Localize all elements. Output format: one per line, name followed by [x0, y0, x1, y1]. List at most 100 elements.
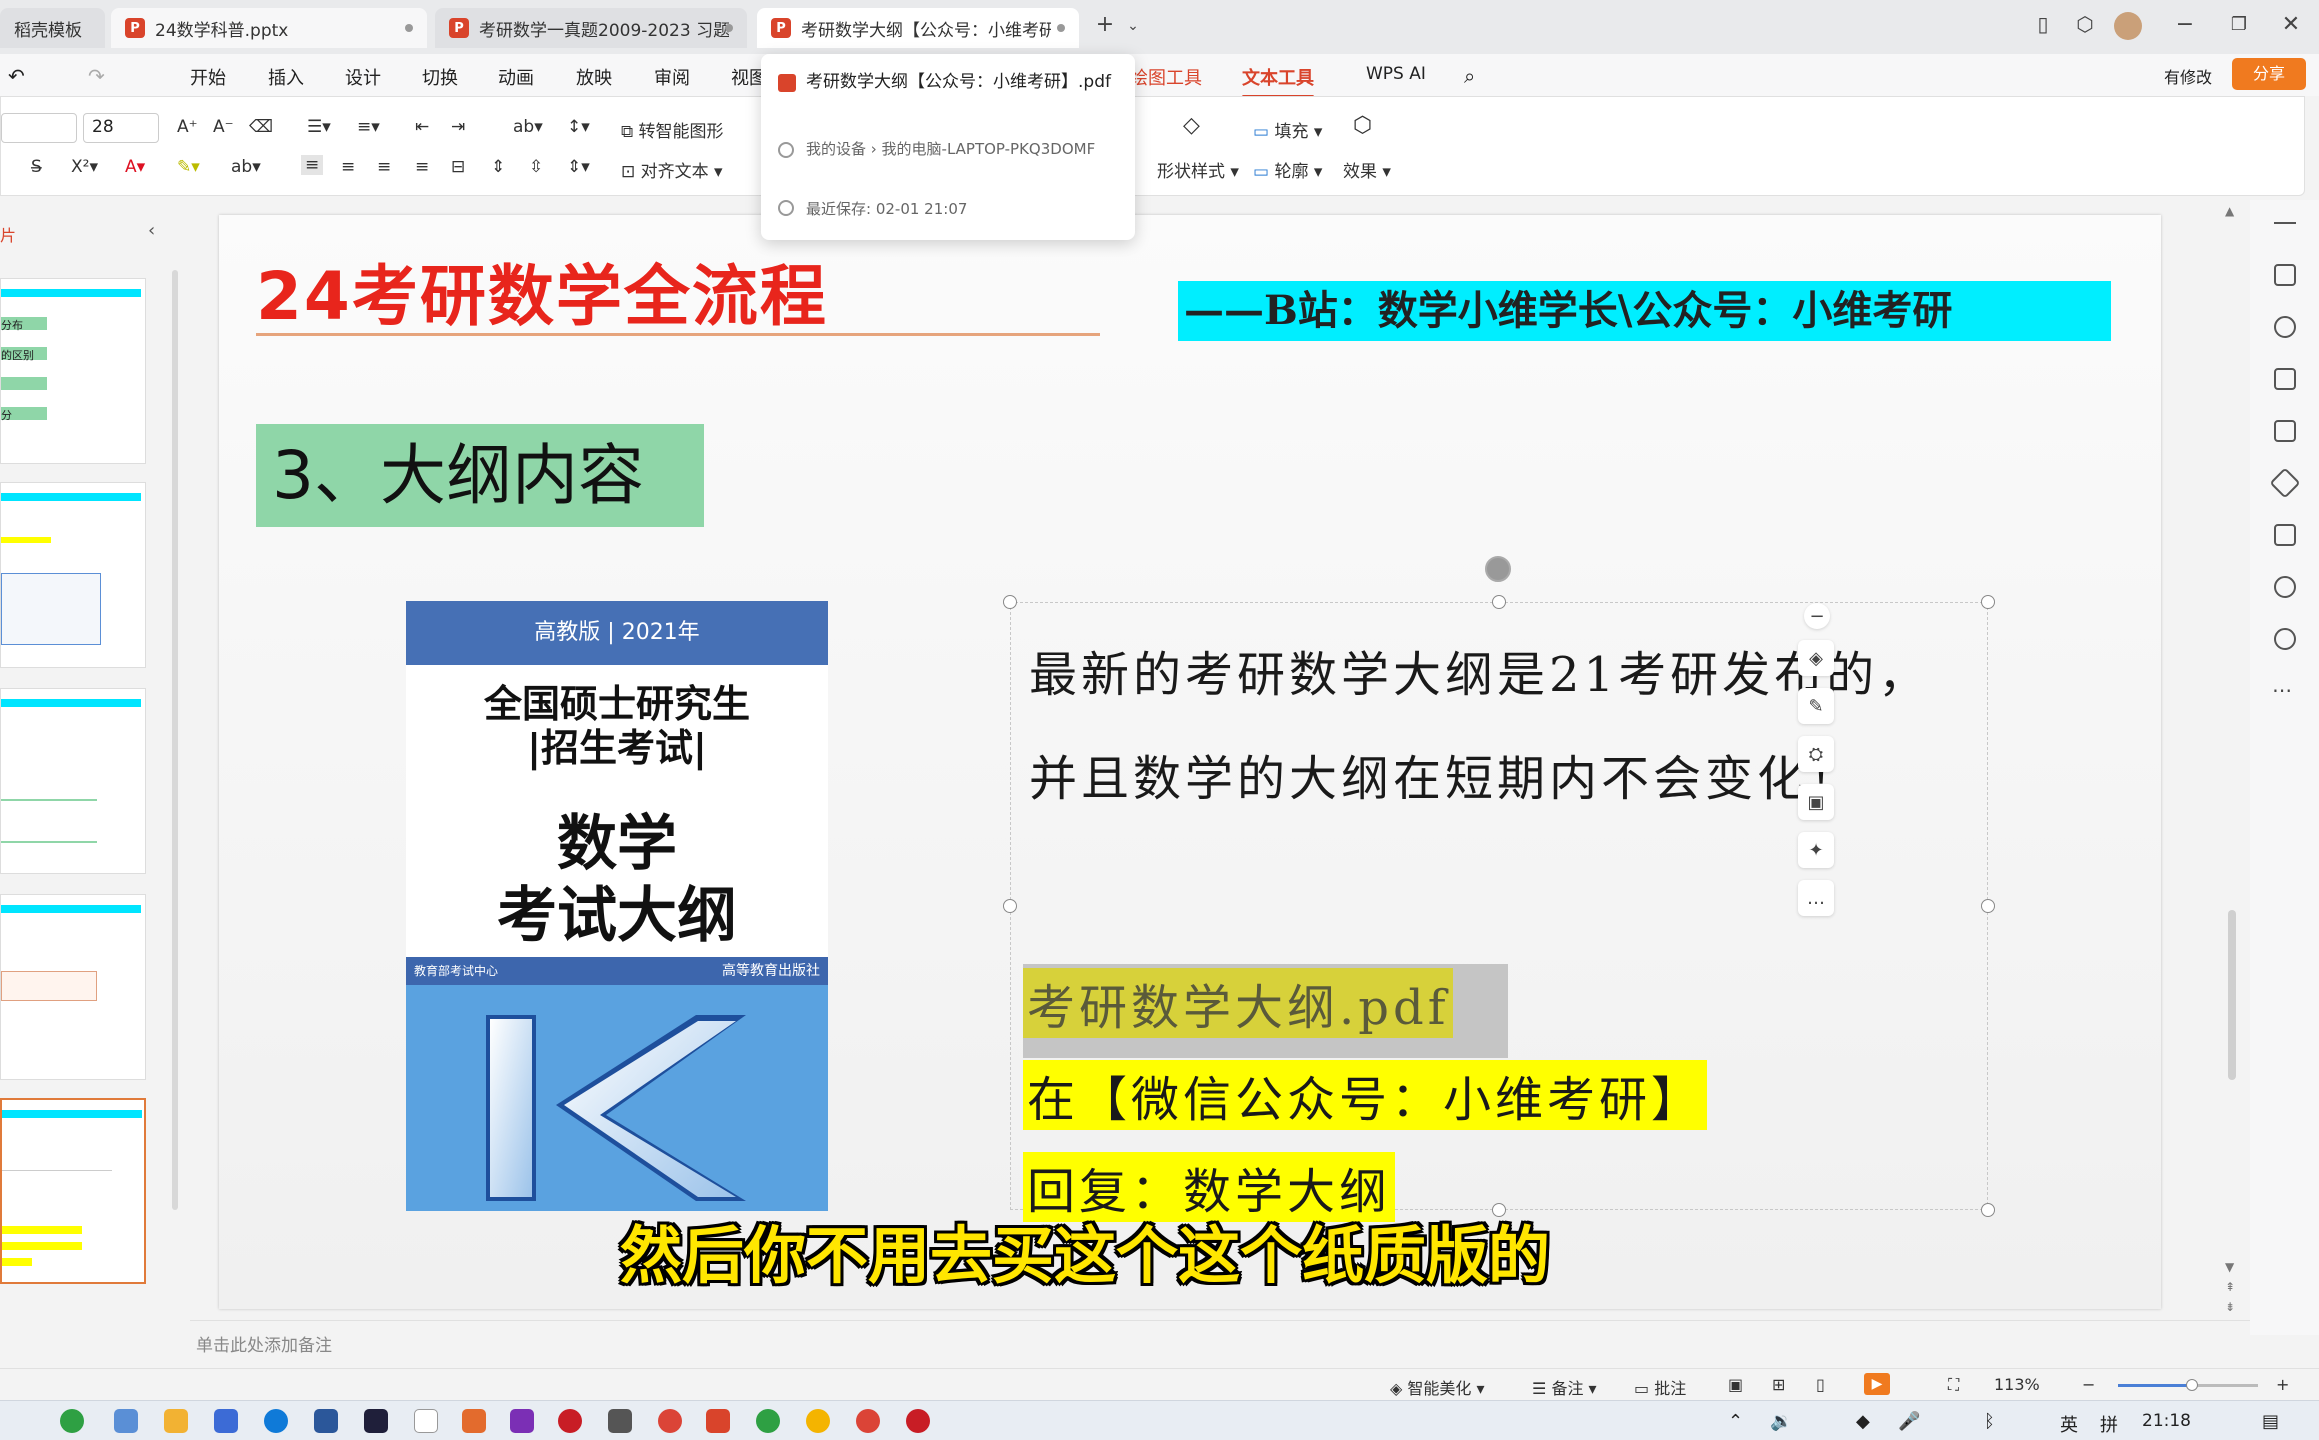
fit-window-icon[interactable]: ⛶: [1948, 1375, 1959, 1395]
app-icon[interactable]: [114, 1409, 138, 1433]
slide-thumbnail[interactable]: [0, 688, 146, 874]
app-icon[interactable]: [906, 1409, 930, 1433]
play-button[interactable]: ▶: [1864, 1373, 1890, 1395]
help-icon[interactable]: [2274, 576, 2296, 598]
indent-icon[interactable]: ⇥: [451, 117, 465, 137]
app-icon[interactable]: [756, 1409, 780, 1433]
tools-icon[interactable]: [2269, 467, 2301, 499]
superscript-icon[interactable]: X²▾: [71, 157, 98, 177]
text-direction-icon[interactable]: ab▾: [513, 117, 543, 137]
magic-icon[interactable]: ✦: [1798, 832, 1834, 868]
clear-format-icon[interactable]: ⌫: [249, 117, 273, 137]
undo-icon[interactable]: ↶: [8, 64, 25, 88]
layout-icon[interactable]: ▯: [2028, 12, 2058, 36]
tab-pdf-syllabus[interactable]: P 考研数学大纲【公众号：小维考研: [757, 8, 1079, 48]
tab-template[interactable]: 稻壳模板: [0, 8, 105, 48]
prev-slide-icon[interactable]: ⇞: [2225, 1280, 2235, 1294]
scroll-up-icon[interactable]: ▲: [2225, 204, 2234, 218]
tab-pdf-exam[interactable]: P 考研数学一真题2009-2023 习题册: [435, 8, 747, 48]
effect-icon[interactable]: ⬡: [1353, 113, 1372, 138]
pen-icon[interactable]: ✎: [1798, 688, 1834, 724]
volume-icon[interactable]: 🔉: [1770, 1411, 1792, 1432]
notes-area[interactable]: 单击此处添加备注: [190, 1320, 2250, 1360]
frame-icon[interactable]: ▣: [1798, 784, 1834, 820]
smart-beautify-button[interactable]: ◈ 智能美化 ▾: [1390, 1375, 1485, 1399]
app-icon[interactable]: [214, 1409, 238, 1433]
collapse-pane-icon[interactable]: ‹: [148, 220, 155, 241]
share-button[interactable]: 分享: [2232, 58, 2306, 90]
resize-handle[interactable]: [1492, 595, 1506, 609]
revision-status[interactable]: 有修改: [2164, 64, 2212, 88]
copy-icon[interactable]: [2274, 368, 2296, 390]
tray-app-icon[interactable]: ◆: [1856, 1411, 1870, 1432]
zoom-slider-thumb[interactable]: [2186, 1379, 2198, 1391]
menu-transition[interactable]: 切换: [422, 64, 458, 90]
para-spacing-icon[interactable]: ⇳: [529, 157, 543, 177]
decrease-font-icon[interactable]: A⁻: [213, 117, 234, 137]
clock-time[interactable]: 21:18: [2142, 1411, 2191, 1431]
menu-review[interactable]: 审阅: [654, 64, 690, 90]
bluetooth-icon[interactable]: ᛒ: [1984, 1411, 1995, 1432]
rotate-handle-icon[interactable]: [1485, 556, 1511, 582]
fill-button[interactable]: ▭ 填充 ▾: [1253, 117, 1322, 142]
zoom-level[interactable]: 113%: [1994, 1375, 2040, 1394]
tray-chevron-icon[interactable]: ⌃: [1728, 1411, 1743, 1432]
menu-animation[interactable]: 动画: [498, 64, 534, 90]
ime-english[interactable]: 英: [2060, 1411, 2078, 1437]
resize-handle[interactable]: [1003, 595, 1017, 609]
outline-button[interactable]: ▭ 轮廓 ▾: [1253, 157, 1322, 182]
menu-design[interactable]: 设计: [345, 64, 381, 90]
effect-button[interactable]: 效果 ▾: [1343, 157, 1391, 182]
more-icon[interactable]: …: [1798, 880, 1834, 916]
line-spacing-icon[interactable]: ⇕: [491, 157, 505, 177]
minimize-icon[interactable]: −: [2170, 12, 2200, 37]
zoom-out-icon[interactable]: −: [2082, 1375, 2095, 1394]
spacing-dropdown-icon[interactable]: ⇕▾: [567, 157, 590, 177]
comment-button[interactable]: ▭ 批注: [1634, 1375, 1686, 1399]
slide-thumbnail-selected[interactable]: [0, 1098, 146, 1284]
font-color-icon[interactable]: A▾: [125, 157, 145, 177]
search-icon[interactable]: ⌕: [1464, 64, 1475, 88]
app-icon[interactable]: [264, 1409, 288, 1433]
reading-view-icon[interactable]: ▯: [1816, 1375, 1825, 1394]
resize-handle[interactable]: [1003, 899, 1017, 913]
notes-button[interactable]: ☰ 备注 ▾: [1532, 1375, 1597, 1399]
align-left-icon[interactable]: ≡: [301, 155, 324, 175]
strikethrough-icon[interactable]: S̶: [31, 157, 42, 177]
book-icon[interactable]: [2274, 524, 2296, 546]
numbered-list-icon[interactable]: ≡▾: [357, 117, 380, 137]
star-icon[interactable]: [2274, 316, 2296, 338]
highlight-icon[interactable]: ✎▾: [177, 157, 200, 177]
ime-pinyin[interactable]: 拼: [2100, 1411, 2118, 1437]
align-text-button[interactable]: ⊡ 对齐文本 ▾: [621, 157, 723, 182]
new-tab-icon[interactable]: +: [1090, 12, 1120, 37]
app-icon[interactable]: [364, 1409, 388, 1433]
rail-collapse-icon[interactable]: [2274, 222, 2296, 224]
app-icon[interactable]: [314, 1409, 338, 1433]
redo-icon[interactable]: ↷: [88, 64, 105, 88]
syllabus-book-cover[interactable]: 高教版 | 2021年 全国硕士研究生 |招生考试| 数学 考试大纲 教育部考试…: [406, 601, 828, 1211]
menu-home[interactable]: 开始: [190, 64, 226, 90]
image-icon[interactable]: [2274, 420, 2296, 442]
collapse-tools-icon[interactable]: −: [1804, 603, 1830, 629]
menu-text-tools[interactable]: 文本工具: [1242, 64, 1314, 98]
app-icon[interactable]: [706, 1409, 730, 1433]
distribute-icon[interactable]: ⊟: [451, 157, 465, 177]
gear-icon[interactable]: [2274, 628, 2296, 650]
align-right-icon[interactable]: ≡: [377, 157, 391, 177]
app-icon[interactable]: [856, 1409, 880, 1433]
app-icon[interactable]: [60, 1409, 84, 1433]
avatar[interactable]: [2114, 12, 2142, 40]
notification-icon[interactable]: ▤: [2262, 1411, 2279, 1432]
tab-list-chevron-icon[interactable]: ⌄: [1118, 18, 1148, 34]
zoom-slider[interactable]: [2118, 1379, 2258, 1391]
app-icon[interactable]: [462, 1409, 486, 1433]
smart-shape-button[interactable]: ⧉ 转智能图形: [621, 117, 724, 142]
paint-icon[interactable]: ⛭: [1798, 736, 1834, 772]
menu-wps-ai[interactable]: WPS AI: [1366, 64, 1426, 84]
resize-handle[interactable]: [1981, 1203, 1995, 1217]
app-icon[interactable]: [806, 1409, 830, 1433]
slide-thumbnail[interactable]: [0, 482, 146, 668]
close-icon[interactable]: ✕: [2276, 12, 2306, 37]
cube-icon[interactable]: ⬡: [2070, 12, 2100, 36]
